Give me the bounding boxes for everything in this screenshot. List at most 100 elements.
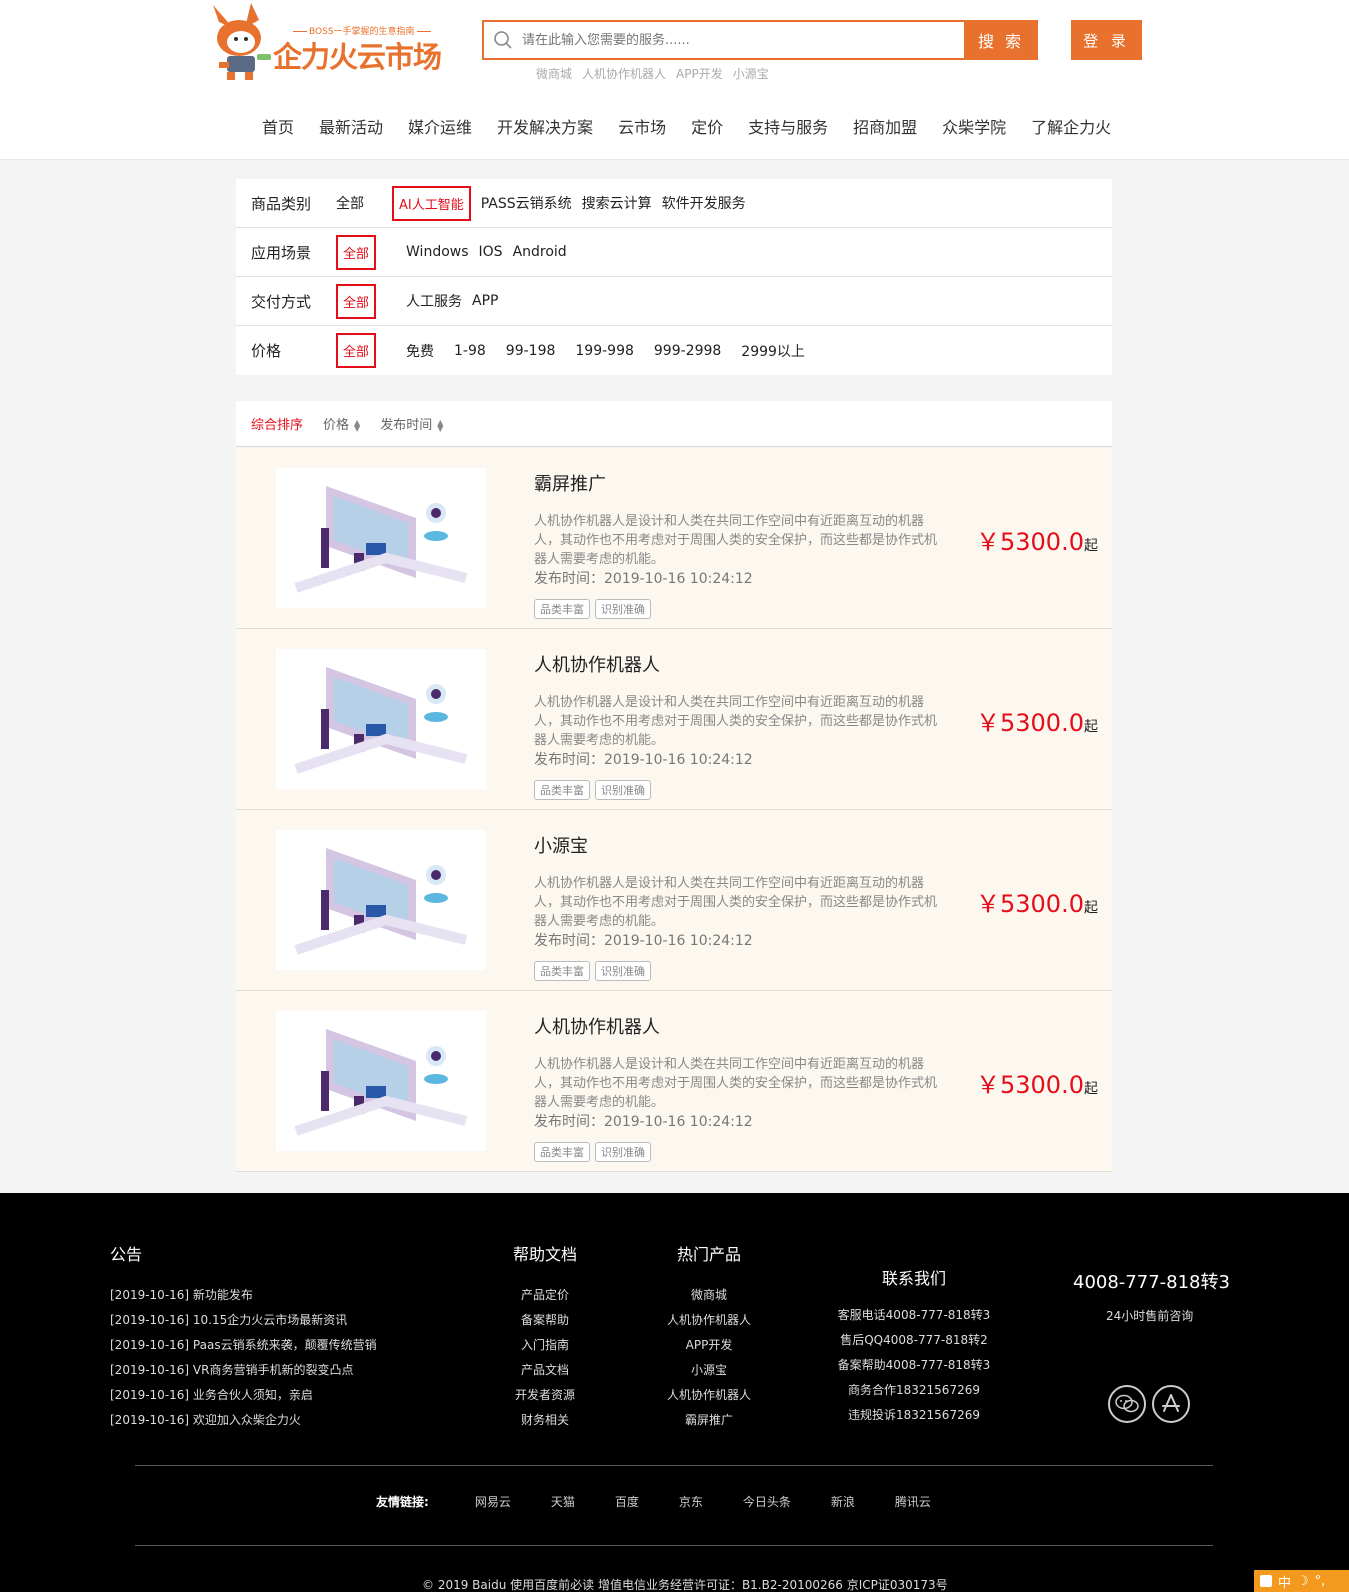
product-title[interactable]: 小源宝	[534, 832, 588, 858]
help-link[interactable]: 备案帮助	[495, 1308, 595, 1333]
notice-link[interactable]: [2019-10-16] 10.15企力火云市场最新资讯	[110, 1308, 377, 1333]
sort-price[interactable]: 价格 ▲ ▼	[323, 414, 360, 433]
hot-product-link[interactable]: 人机协作机器人	[649, 1383, 769, 1408]
friend-link[interactable]: 百度	[615, 1493, 639, 1510]
nav-item-academy[interactable]: 众柴学院	[942, 114, 1006, 138]
filter-option[interactable]: IOS	[479, 244, 503, 260]
hot-word[interactable]: 微商城	[536, 65, 572, 82]
fox-mascot-icon	[213, 3, 271, 80]
notice-link[interactable]: [2019-10-16] VR商务营销手机新的裂变凸点	[110, 1358, 377, 1383]
sort-arrows-icon: ▲ ▼	[437, 417, 444, 433]
nav-item-franchise[interactable]: 招商加盟	[853, 114, 917, 138]
site-logo[interactable]: BOSS一手掌握的生意指南 企力火云市场	[203, 0, 443, 84]
friend-link[interactable]: 天猫	[551, 1493, 575, 1510]
product-list: 霸屏推广 人机协作机器人是设计和人类在共同工作空间中有近距离互动的机器人，其动作…	[236, 448, 1112, 1172]
ime-dot-icon[interactable]: °,	[1315, 1574, 1326, 1589]
filter-option[interactable]: 199-998	[575, 343, 634, 359]
hot-product-link[interactable]: 人机协作机器人	[649, 1308, 769, 1333]
filter-option[interactable]: 2999以上	[741, 341, 805, 361]
ime-moon-icon[interactable]: ☽	[1297, 1574, 1309, 1589]
product-image[interactable]	[276, 830, 486, 970]
help-link[interactable]: 产品定价	[495, 1283, 595, 1308]
filter-option-selected[interactable]: AI人工智能	[392, 185, 471, 221]
hot-product-link[interactable]: 微商城	[649, 1283, 769, 1308]
contact-item: 客服电话4008-777-818转3	[837, 1308, 991, 1322]
app-store-icon[interactable]	[1152, 1385, 1190, 1423]
ime-language[interactable]: 中	[1278, 1572, 1291, 1591]
notice-link[interactable]: [2019-10-16] Paas云销系统来袭，颠覆传统营销	[110, 1333, 377, 1358]
help-link[interactable]: 财务相关	[495, 1408, 595, 1433]
product-image[interactable]	[276, 468, 486, 608]
filter-option[interactable]: 99-198	[506, 343, 556, 359]
filter-option[interactable]: 人工服务	[406, 291, 462, 311]
notice-link[interactable]: [2019-10-16] 新功能发布	[110, 1283, 377, 1308]
help-link[interactable]: 开发者资源	[495, 1383, 595, 1408]
sort-time[interactable]: 发布时间 ▲ ▼	[380, 414, 443, 433]
ime-logo-icon	[1260, 1575, 1272, 1587]
filter-option[interactable]: 1-98	[454, 343, 486, 359]
search-button[interactable]: 搜 索	[964, 20, 1038, 60]
help-link[interactable]: 产品文档	[495, 1358, 595, 1383]
sort-price-label: 价格	[323, 418, 350, 433]
product-price: ￥5300.0起	[976, 522, 1098, 557]
sort-default[interactable]: 综合排序	[251, 414, 303, 433]
filter-option[interactable]: APP	[472, 293, 498, 309]
nav-item-pricing[interactable]: 定价	[691, 114, 723, 138]
product-title[interactable]: 霸屏推广	[534, 470, 606, 496]
notice-link[interactable]: [2019-10-16] 欢迎加入众柴企力火	[110, 1408, 377, 1433]
nav-item-about[interactable]: 了解企力火	[1031, 114, 1111, 138]
nav-item-support[interactable]: 支持与服务	[748, 114, 828, 138]
product-card[interactable]: 人机协作机器人 人机协作机器人是设计和人类在共同工作空间中有近距离互动的机器人，…	[236, 629, 1112, 810]
help-link[interactable]: 入门指南	[495, 1333, 595, 1358]
friend-link[interactable]: 腾讯云	[895, 1493, 931, 1510]
hot-product-link[interactable]: 小源宝	[649, 1358, 769, 1383]
product-image[interactable]	[276, 649, 486, 789]
product-card[interactable]: 霸屏推广 人机协作机器人是设计和人类在共同工作空间中有近距离互动的机器人，其动作…	[236, 448, 1112, 629]
filter-label: 商品类别	[251, 194, 312, 213]
product-price: ￥5300.0起	[976, 1065, 1098, 1100]
friend-link[interactable]: 今日头条	[743, 1493, 791, 1510]
filter-option[interactable]: 999-2998	[654, 343, 721, 359]
product-title[interactable]: 人机协作机器人	[534, 651, 660, 677]
filter-option[interactable]: 全部	[336, 193, 364, 213]
filter-option[interactable]: 搜索云计算	[582, 193, 652, 213]
notice-link[interactable]: [2019-10-16] 业务合伙人须知，亲启	[110, 1383, 377, 1408]
main-nav: 首页 最新活动 媒介运维 开发解决方案 云市场 定价 支持与服务 招商加盟 众柴…	[262, 114, 1111, 138]
nav-item-cloud-market[interactable]: 云市场	[618, 114, 666, 138]
ime-toolbar[interactable]: 中 ☽ °,	[1254, 1570, 1349, 1592]
hot-word[interactable]: 小源宝	[733, 65, 769, 82]
filter-option-selected[interactable]: 全部	[336, 283, 377, 319]
filter-label: 价格	[251, 342, 282, 360]
filter-option[interactable]: Windows	[406, 244, 469, 260]
filter-option-selected[interactable]: 全部	[336, 333, 377, 368]
product-card[interactable]: 人机协作机器人 人机协作机器人是设计和人类在共同工作空间中有近距离互动的机器人，…	[236, 991, 1112, 1172]
filter-option[interactable]: 免费	[406, 341, 434, 361]
filter-option[interactable]: Android	[513, 244, 567, 260]
friend-link[interactable]: 京东	[679, 1493, 703, 1510]
filter-option[interactable]: 软件开发服务	[662, 193, 746, 213]
wechat-icon[interactable]	[1108, 1385, 1146, 1423]
product-title[interactable]: 人机协作机器人	[534, 1013, 660, 1039]
price-value: ￥5300.0	[976, 890, 1084, 918]
hot-product-link[interactable]: 霸屏推广	[649, 1408, 769, 1433]
hot-product-link[interactable]: APP开发	[649, 1333, 769, 1358]
friend-link[interactable]: 新浪	[831, 1493, 855, 1510]
product-image[interactable]	[276, 1011, 486, 1151]
friend-link[interactable]: 网易云	[475, 1493, 511, 1510]
nav-item-media-ops[interactable]: 媒介运维	[408, 114, 472, 138]
price-suffix: 起	[1083, 538, 1098, 554]
product-description: 人机协作机器人是设计和人类在共同工作空间中有近距离互动的机器人，其动作也不用考虑…	[534, 514, 938, 567]
nav-item-home[interactable]: 首页	[262, 114, 294, 138]
footer-notice-title: 公告	[110, 1245, 143, 1264]
nav-item-dev-solutions[interactable]: 开发解决方案	[497, 114, 593, 138]
hot-word[interactable]: APP开发	[676, 65, 723, 82]
footer-hot-title: 热门产品	[676, 1245, 741, 1264]
hot-word[interactable]: 人机协作机器人	[582, 65, 666, 82]
product-card[interactable]: 小源宝 人机协作机器人是设计和人类在共同工作空间中有近距离互动的机器人，其动作也…	[236, 810, 1112, 991]
filter-option[interactable]: PASS云销系统	[481, 193, 572, 213]
friend-links: 友情链接: 网易云 天猫 百度 京东 今日头条 新浪 腾讯云	[376, 1493, 971, 1510]
login-button[interactable]: 登 录	[1071, 20, 1142, 60]
search-input[interactable]	[522, 22, 964, 58]
nav-item-activities[interactable]: 最新活动	[319, 114, 383, 138]
filter-option-selected[interactable]: 全部	[336, 234, 377, 270]
